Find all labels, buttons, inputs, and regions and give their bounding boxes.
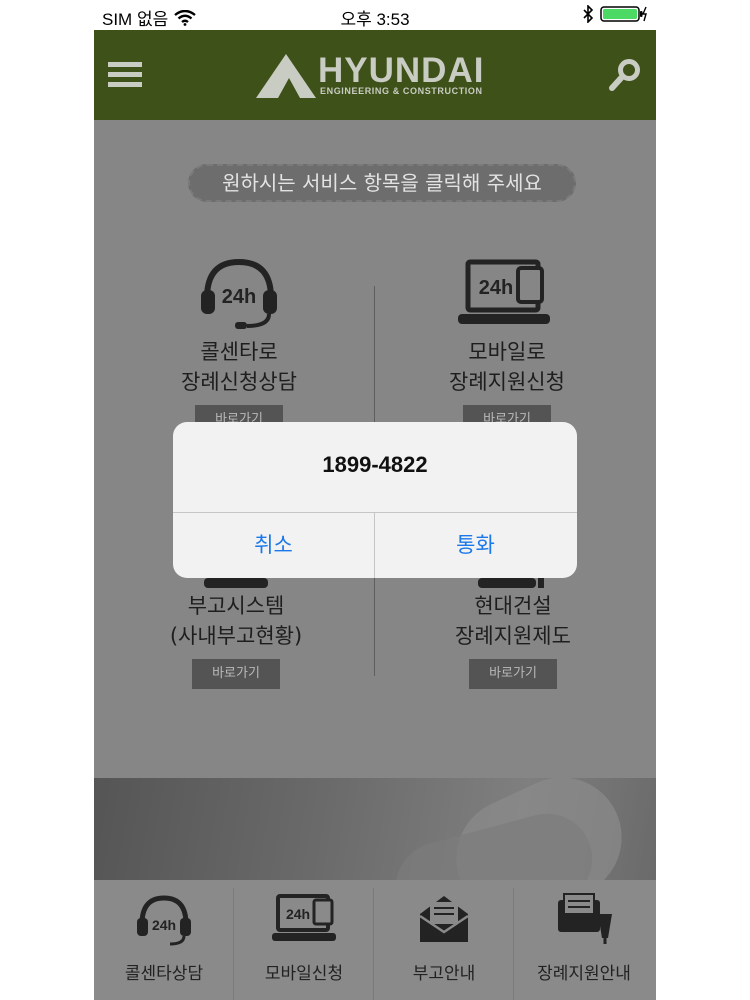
service-title-line2: 장례신청상담: [181, 370, 297, 394]
app-header: HYUNDAI ENGINEERING & CONSTRUCTION: [94, 30, 656, 120]
battery-icon: [600, 6, 647, 22]
service-title-line1: 모바일로: [468, 340, 546, 364]
tab-label: 콜센타상담: [124, 964, 204, 984]
goto-button[interactable]: 바로가기: [192, 659, 280, 689]
icon-text: 24h: [286, 906, 310, 922]
bottom-tab-bar: 24h 콜센타상담 24h 모바일신청 부고안내 장례지원안내: [94, 880, 656, 1000]
headset-24h-icon: 24h: [137, 895, 191, 946]
tab-support-info[interactable]: 장례지원안내: [514, 880, 654, 1000]
service-title-line1: 현대건설: [474, 594, 552, 618]
laptop-24h-icon: 24h: [272, 894, 336, 941]
service-call-center[interactable]: 콜센타로 장례신청상담 바로가기: [139, 337, 339, 435]
hyundai-logo[interactable]: HYUNDAI ENGINEERING & CONSTRUCTION: [256, 50, 496, 102]
service-title-line2: 장례지원신청: [449, 370, 565, 394]
tab-call-center[interactable]: 24h 콜센타상담: [94, 880, 234, 1000]
search-icon[interactable]: [608, 58, 642, 92]
service-title-line1: 콜센타로: [200, 340, 278, 364]
icon-text: 24h: [152, 917, 176, 933]
icon-text: 24h: [222, 286, 256, 308]
cancel-button[interactable]: 취소: [173, 513, 374, 578]
service-obituary[interactable]: 부고시스템 (사내부고현황) 바로가기: [136, 591, 336, 689]
icon-text: 24h: [479, 277, 513, 299]
tab-label: 장례지원안내: [537, 964, 631, 984]
call-button[interactable]: 통화: [375, 513, 576, 578]
call-confirm-dialog: 1899-4822 취소 통화: [173, 422, 577, 578]
hamburger-menu-icon[interactable]: [108, 58, 142, 92]
service-title-line1: 부고시스템: [187, 594, 285, 618]
tab-label: 모바일신청: [264, 964, 344, 984]
bluetooth-icon: [583, 5, 594, 23]
service-support-policy[interactable]: 현대건설 장례지원제도 바로가기: [413, 591, 613, 689]
mountain-logo-icon: [256, 54, 316, 98]
envelope-icon: [419, 896, 469, 942]
phone-number: 1899-4822: [322, 452, 428, 477]
headset-24h-icon: 24h: [201, 258, 277, 329]
guide-banner: 원하시는 서비스 항목을 클릭해 주세요: [188, 164, 576, 202]
logo-subtitle: ENGINEERING & CONSTRUCTION: [320, 86, 483, 96]
tab-mobile-apply[interactable]: 24h 모바일신청: [234, 880, 374, 1000]
document-pen-icon: [558, 893, 612, 944]
laptop-24h-icon: 24h: [458, 259, 550, 324]
service-mobile-apply[interactable]: 모바일로 장례지원신청 바로가기: [407, 337, 607, 435]
goto-button[interactable]: 바로가기: [469, 659, 557, 689]
clock: 오후 3:53: [340, 10, 410, 29]
status-bar: SIM 없음 오후 3:53: [94, 0, 656, 30]
service-title-line2: 장례지원제도: [455, 624, 571, 648]
tab-obituary[interactable]: 부고안내: [374, 880, 514, 1000]
tab-label: 부고안내: [412, 964, 476, 984]
service-title-line2: (사내부고현황): [169, 624, 303, 648]
banner-image: [94, 778, 656, 880]
